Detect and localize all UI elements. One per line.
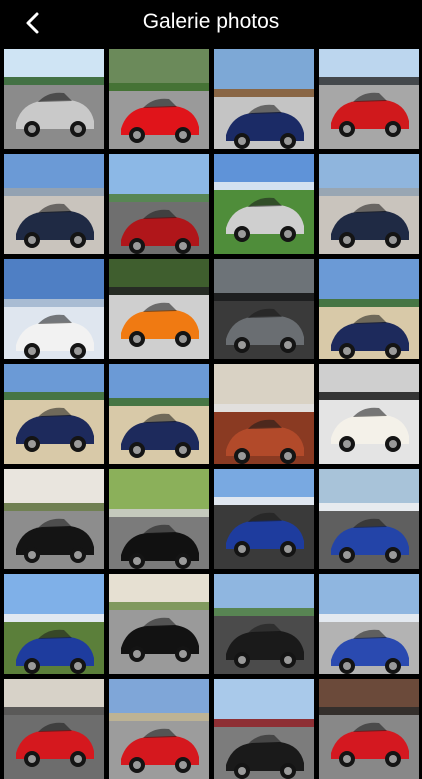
photo-thumbnail[interactable] [109,574,209,674]
car-photo-image [4,679,104,779]
photo-thumbnail[interactable] [214,679,314,779]
photo-thumbnail[interactable] [214,364,314,464]
photo-thumbnail[interactable] [214,154,314,254]
photo-thumbnail[interactable] [109,679,209,779]
car-photo-image [214,469,314,569]
photo-thumbnail[interactable] [319,49,419,149]
photo-thumbnail[interactable] [4,259,104,359]
photo-thumbnail[interactable] [214,469,314,569]
app-header: Galerie photos [0,0,422,45]
photo-thumbnail[interactable] [109,49,209,149]
photo-thumbnail[interactable] [109,259,209,359]
car-photo-image [214,154,314,254]
car-photo-image [214,679,314,779]
photo-thumbnail[interactable] [109,364,209,464]
photo-thumbnail[interactable] [319,364,419,464]
photo-thumbnail[interactable] [319,469,419,569]
car-photo-image [109,154,209,254]
car-photo-image [4,574,104,674]
car-photo-image [214,49,314,149]
car-photo-image [4,259,104,359]
car-photo-image [4,364,104,464]
photo-thumbnail[interactable] [4,49,104,149]
car-photo-image [319,679,419,779]
photo-gallery-grid [4,49,420,779]
car-photo-image [109,574,209,674]
photo-thumbnail[interactable] [319,259,419,359]
car-photo-image [319,469,419,569]
car-photo-image [109,364,209,464]
car-photo-image [319,574,419,674]
photo-thumbnail[interactable] [4,679,104,779]
car-photo-image [214,259,314,359]
car-photo-image [4,49,104,149]
photo-thumbnail[interactable] [319,154,419,254]
car-photo-image [109,679,209,779]
photo-thumbnail[interactable] [214,49,314,149]
car-photo-image [4,469,104,569]
car-photo-image [4,154,104,254]
photo-thumbnail[interactable] [4,154,104,254]
photo-thumbnail[interactable] [214,259,314,359]
photo-thumbnail[interactable] [319,574,419,674]
car-photo-image [109,469,209,569]
photo-thumbnail[interactable] [319,679,419,779]
photo-thumbnail[interactable] [4,364,104,464]
car-photo-image [319,154,419,254]
car-photo-image [109,49,209,149]
photo-thumbnail[interactable] [4,574,104,674]
car-photo-image [319,49,419,149]
photo-thumbnail[interactable] [109,469,209,569]
photo-thumbnail[interactable] [109,154,209,254]
car-photo-image [214,364,314,464]
photo-thumbnail[interactable] [4,469,104,569]
photo-thumbnail[interactable] [214,574,314,674]
car-photo-image [319,259,419,359]
car-photo-image [214,574,314,674]
car-photo-image [319,364,419,464]
car-photo-image [109,259,209,359]
page-title: Galerie photos [142,10,280,33]
